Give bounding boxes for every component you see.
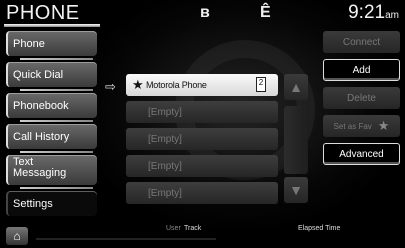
phone-number-badge: 2 [256,77,266,92]
arrow-right-icon: ⇨ [105,79,116,94]
list-item[interactable]: [Empty] [126,182,278,204]
button-label: Advanced [339,148,384,160]
list-item-label: [Empty] [148,106,182,118]
sidebar-item-settings[interactable]: Settings [6,191,97,216]
star-icon: ★ [377,118,390,133]
sidebar-item-label: Settings [13,197,53,210]
quick-dial-list: ★ Motorola Phone 2 [Empty] [Empty] [Empt… [126,74,278,209]
triangle-up-icon: ▲ [289,79,303,95]
list-item[interactable]: [Empty] [126,155,278,177]
home-button[interactable]: ⌂ [6,227,28,245]
list-item[interactable]: [Empty] [126,128,278,150]
advanced-button[interactable]: Advanced [323,143,400,165]
list-item-label: [Empty] [148,133,182,145]
page-title: PHONE [6,2,80,24]
divider [36,238,216,240]
sidebar-item-label: Quick Dial [13,68,64,81]
phone-screen: PHONE ʙ Ê 9:21am Phone Quick Dial Phoneb… [0,0,405,248]
connect-button[interactable]: Connect [323,31,400,53]
scroll-down-button[interactable]: ▼ [284,177,308,203]
media-user-label: User [166,225,181,232]
sidebar-item-call-history[interactable]: Call History [6,124,97,153]
set-as-fav-button[interactable]: Set as Fav ★ [323,115,400,137]
actions-panel: Connect Add Delete Set as Fav ★ Advanced [323,31,400,171]
signal-icon: Ê [260,4,271,21]
sidebar-item-quick-dial[interactable]: Quick Dial [6,62,97,91]
home-icon: ⌂ [13,229,21,243]
scroll-up-button[interactable]: ▲ [284,74,308,100]
list-item-label: [Empty] [148,187,182,199]
clock-time: 9:21 [348,2,386,23]
list-item[interactable]: [Empty] [126,101,278,123]
sidebar-item-label: Text Messaging [13,157,66,179]
media-elapsed-label: Elapsed Time [298,225,341,232]
sidebar-item-phonebook[interactable]: Phonebook [6,93,97,122]
sidebar-item-label: Call History [13,130,70,143]
sidebar-item-label: Phone [13,37,45,50]
add-button[interactable]: Add [323,59,400,81]
contact-name: Motorola Phone [146,80,207,90]
sidebar-item-phone[interactable]: Phone [6,31,97,60]
sidebar-item-text-messaging[interactable]: Text Messaging [6,155,97,189]
delete-button[interactable]: Delete [323,87,400,109]
sidebar-item-label: Phonebook [13,99,69,112]
star-icon: ★ [132,77,144,92]
clock-ampm: am [385,10,399,21]
sidebar: Phone Quick Dial Phonebook Call History … [6,31,97,222]
triangle-down-icon: ▼ [289,182,303,198]
label-line-2: Messaging [13,167,67,179]
clock: 9:21am [348,2,399,24]
button-label: Connect [342,36,381,48]
button-label: Set as Fav [333,121,372,131]
list-item-label: [Empty] [148,160,182,172]
button-label: Add [352,64,371,76]
status-bar: PHONE ʙ Ê 9:21am [0,0,405,28]
title-underline [4,24,100,27]
media-track-label: Track [184,225,202,232]
button-label: Delete [347,92,376,104]
scrollbar[interactable] [284,106,308,174]
bluetooth-icon: ʙ [200,4,210,21]
list-item[interactable]: ★ Motorola Phone 2 [126,74,278,96]
